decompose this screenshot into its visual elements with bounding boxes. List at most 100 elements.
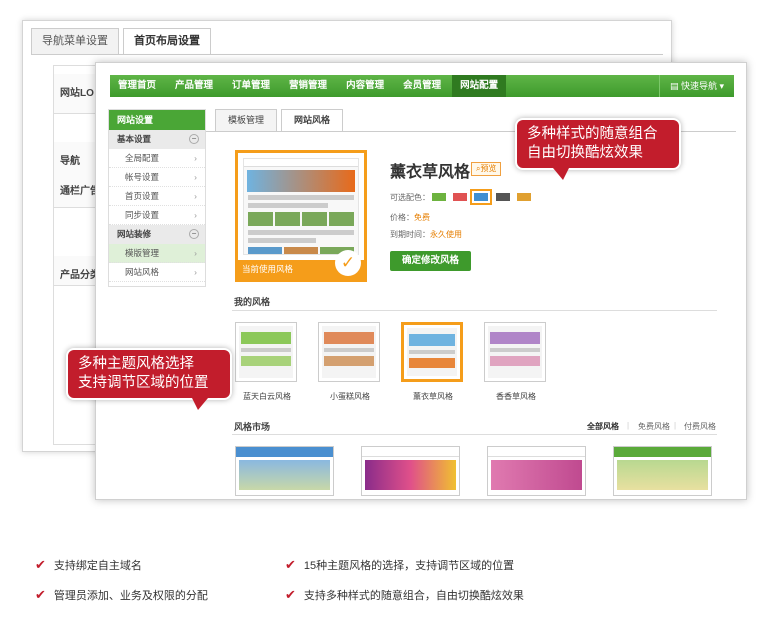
back-tab-bar: 导航菜单设置 首页布局设置: [31, 28, 215, 55]
chevron-right-icon: ›: [194, 210, 197, 220]
theme-name: 薰衣草风格: [390, 164, 471, 181]
feature-text: 支持绑定自主域名: [53, 560, 142, 572]
feature-text: 支持多种样式的随意组合，自由切换酷炫效果: [303, 590, 524, 602]
filter-paid-styles[interactable]: 付费风格: [684, 421, 716, 432]
my-styles-divider: [232, 310, 717, 311]
chevron-right-icon: ›: [194, 172, 197, 182]
quick-nav-label: 快速导航: [680, 81, 717, 91]
sidebar-item-global-config[interactable]: 全局配置 ›: [109, 149, 205, 168]
theme-preview-image: [243, 158, 359, 255]
sidebar-item-label: 全局配置: [125, 153, 160, 163]
market-thumb[interactable]: [487, 446, 586, 496]
color-swatch-gray[interactable]: [496, 193, 510, 201]
check-icon: ✔: [35, 587, 46, 602]
expire-value: 永久使用: [430, 230, 462, 239]
preview-label: 预览: [480, 164, 497, 173]
callout-line: 支持调节区域的位置: [78, 375, 209, 391]
style-caption: 小蛋糕风格: [330, 392, 370, 401]
sidebar-item-site-style[interactable]: 网站风格 ›: [109, 263, 205, 282]
quick-nav-button[interactable]: ▤ 快速导航 ▾: [658, 75, 734, 97]
style-caption: 香香草风格: [496, 392, 536, 401]
tab-home-layout-settings[interactable]: 首页布局设置: [123, 28, 211, 55]
price-row: 价格：免费: [390, 212, 430, 223]
nav-item-marketing[interactable]: 营销管理: [281, 75, 335, 97]
sidebar-group-label: 基本设置: [117, 134, 152, 144]
nav-item-orders[interactable]: 订单管理: [224, 75, 278, 97]
price-value: 免费: [414, 213, 430, 222]
color-swatch-green[interactable]: [432, 193, 446, 201]
chevron-right-icon: ›: [194, 191, 197, 201]
market-title: 风格市场: [234, 422, 271, 432]
style-thumb-cake[interactable]: [318, 322, 380, 382]
check-icon: ✔: [35, 557, 46, 572]
my-styles-title: 我的风格: [234, 297, 271, 307]
color-swatch-blue[interactable]: [470, 189, 492, 205]
callout-tail: [553, 168, 569, 180]
nav-item-products[interactable]: 产品管理: [167, 75, 221, 97]
feature-item: ✔ 支持绑定自主域名: [35, 557, 142, 573]
sidebar-group-label: 网站装修: [117, 229, 152, 239]
preview-button[interactable]: ⌕预览: [471, 162, 502, 176]
market-thumb[interactable]: [235, 446, 334, 496]
callout-theme-selection: 多种主题风格选择 支持调节区域的位置: [68, 350, 230, 410]
callout-tail: [192, 398, 208, 410]
nav-item-dashboard[interactable]: 管理首页: [110, 75, 164, 97]
filter-all-styles[interactable]: 全部风格: [587, 421, 619, 432]
chevron-right-icon: ›: [194, 153, 197, 163]
feature-item: ✔ 管理员添加、业务及权限的分配: [35, 587, 208, 603]
feature-text: 15种主题风格的选择，支持调节区域的位置: [303, 560, 515, 572]
check-icon: ✔: [285, 587, 296, 602]
check-icon: ✔: [285, 557, 296, 572]
market-divider: [232, 434, 717, 435]
filter-free-styles[interactable]: 免费风格: [638, 421, 670, 432]
sidebar-item-template-management[interactable]: 模版管理 ›: [109, 244, 205, 263]
callout-line: 多种主题风格选择: [78, 356, 194, 372]
current-theme-card[interactable]: 当前使用风格 ✓: [235, 150, 367, 282]
nav-item-members[interactable]: 会员管理: [395, 75, 449, 97]
nav-item-content[interactable]: 内容管理: [338, 75, 392, 97]
feature-item: ✔ 支持多种样式的随意组合，自由切换酷炫效果: [285, 587, 524, 603]
sidebar-group-basic[interactable]: 基本设置 −: [109, 130, 205, 149]
collapse-icon[interactable]: −: [189, 229, 199, 239]
callout-style-combination: 多种样式的随意组合 自由切换酷炫效果: [517, 120, 679, 180]
expire-row: 到期时间：永久使用: [390, 229, 462, 240]
chevron-right-icon: ›: [194, 248, 197, 258]
colors-label: 可选配色：: [390, 193, 430, 202]
collapse-icon[interactable]: −: [189, 134, 199, 144]
sidebar-item-sync-settings[interactable]: 同步设置 ›: [109, 206, 205, 225]
style-thumb-vanilla[interactable]: [484, 322, 546, 382]
price-label: 价格：: [390, 213, 414, 222]
sidebar-item-home-settings[interactable]: 首页设置 ›: [109, 187, 205, 206]
feature-item: ✔ 15种主题风格的选择，支持调节区域的位置: [285, 557, 514, 573]
filter-separator: |: [627, 421, 630, 430]
market-thumb[interactable]: [613, 446, 712, 496]
market-thumb[interactable]: [361, 446, 460, 496]
sidebar-item-label: 模版管理: [125, 248, 160, 258]
color-swatch-red[interactable]: [453, 193, 467, 201]
tab-template-management[interactable]: 模板管理: [215, 109, 278, 131]
sidebar-item-account-settings[interactable]: 帐号设置 ›: [109, 168, 205, 187]
expire-label: 到期时间：: [390, 230, 430, 239]
quick-nav-icon: ▤: [669, 81, 681, 91]
tab-nav-menu-settings[interactable]: 导航菜单设置: [31, 28, 119, 54]
style-thumb-lavender[interactable]: [401, 322, 463, 382]
sidebar-item-label: 帐号设置: [125, 172, 160, 182]
tab-site-style[interactable]: 网站风格: [281, 109, 344, 132]
sidebar-group-decoration[interactable]: 网站装修 −: [109, 225, 205, 244]
top-navigation: 管理首页 产品管理 订单管理 营销管理 内容管理 会员管理 网站配置 ▤ 快速导…: [110, 75, 734, 97]
callout-line: 自由切换酷炫效果: [527, 145, 643, 161]
back-tab-divider: [31, 54, 663, 55]
color-swatch-orange[interactable]: [517, 193, 531, 201]
callout-line: 多种样式的随意组合: [527, 126, 658, 142]
feature-text: 管理员添加、业务及权限的分配: [53, 590, 208, 602]
sidebar: 网站设置 基本设置 − 全局配置 › 帐号设置 › 首页设置 › 同步设置 › 网站装修 −…: [108, 109, 206, 287]
sidebar-item-label: 网站风格: [125, 267, 160, 277]
chevron-right-icon: ›: [194, 267, 197, 277]
checkmark-icon: ✓: [335, 250, 361, 276]
style-caption: 蓝天白云风格: [243, 392, 291, 401]
confirm-style-button[interactable]: 确定修改风格: [390, 251, 471, 271]
style-thumb-blue-sky[interactable]: [235, 322, 297, 382]
nav-item-site-config[interactable]: 网站配置: [452, 75, 507, 97]
content-tab-bar: 模板管理 网站风格: [215, 109, 347, 132]
sidebar-title: 网站设置: [109, 110, 205, 130]
